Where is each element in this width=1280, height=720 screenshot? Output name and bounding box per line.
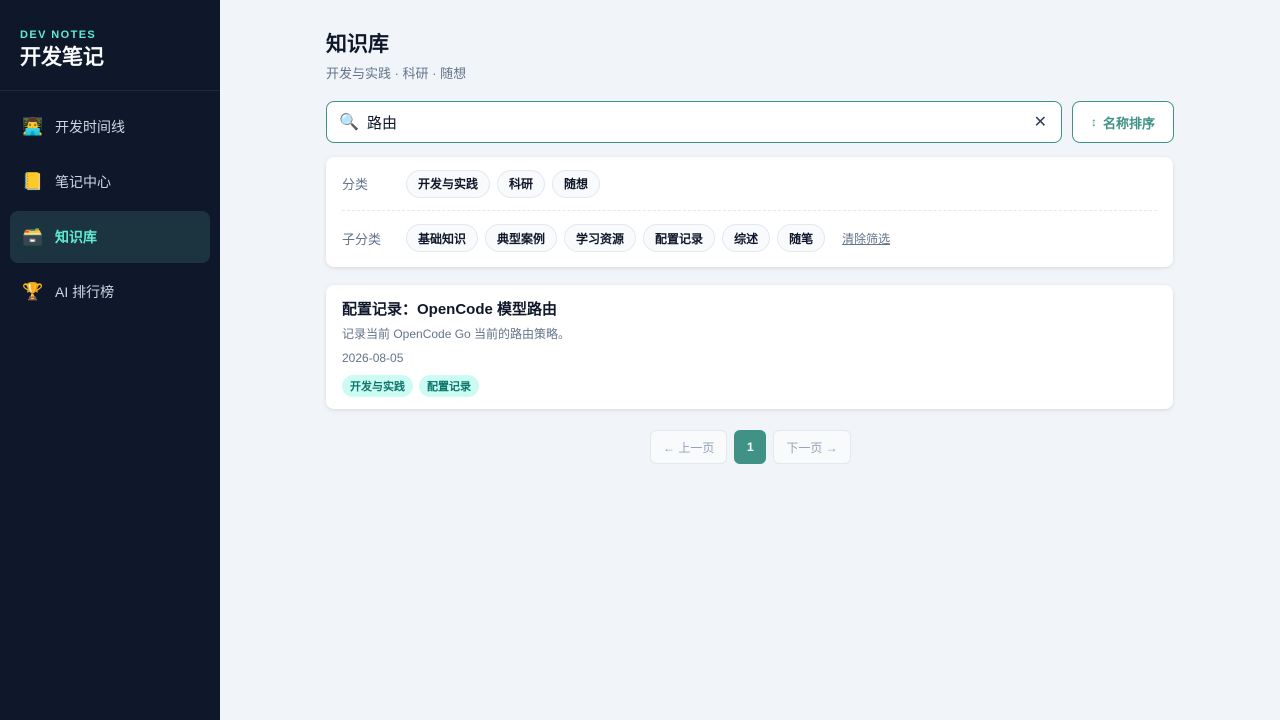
subcategory-label: 子分类 bbox=[342, 231, 382, 247]
trophy-icon: 🏆 bbox=[22, 282, 44, 301]
tag-badge: 配置记录 bbox=[419, 375, 479, 397]
sidebar-item-notes[interactable]: 📒 笔记中心 bbox=[10, 156, 210, 208]
sidebar-item-ai-leaderboard[interactable]: 🏆 AI 排行榜 bbox=[10, 266, 210, 318]
category-chip[interactable]: 随想 bbox=[552, 169, 601, 198]
sort-label: 名称排序 bbox=[1102, 115, 1155, 131]
subcategory-chip[interactable]: 随笔 bbox=[777, 224, 826, 252]
sidebar-nav: 👨‍💻 开发时间线 📒 笔记中心 🗃️ 知识库 🏆 AI 排行榜 bbox=[0, 91, 220, 318]
sidebar-item-label: 知识库 bbox=[55, 229, 97, 245]
page-number-button[interactable]: 1 bbox=[734, 430, 767, 464]
tag-badge: 开发与实践 bbox=[342, 375, 413, 397]
category-filter-row: 分类 开发与实践 科研 随想 bbox=[342, 157, 1157, 211]
subcategory-chip[interactable]: 学习资源 bbox=[564, 224, 637, 252]
sidebar-item-label: 笔记中心 bbox=[55, 174, 111, 190]
sort-icon: ↕ bbox=[1090, 115, 1097, 129]
subcategory-filter-row: 子分类 基础知识 典型案例 学习资源 配置记录 综述 随笔 清除筛选 bbox=[342, 211, 1157, 265]
category-chip[interactable]: 开发与实践 bbox=[406, 169, 491, 198]
category-label: 分类 bbox=[342, 177, 369, 192]
card-box-icon: 🗃️ bbox=[22, 227, 44, 246]
page-subtitle: 开发与实践 · 科研 · 随想 bbox=[326, 66, 467, 81]
developer-icon: 👨‍💻 bbox=[22, 117, 44, 136]
search-box: 🔍 ✕ bbox=[326, 101, 1062, 143]
page-title: 知识库 bbox=[326, 33, 389, 56]
brand-tag: DEV NOTES bbox=[20, 29, 97, 41]
brand: DEV NOTES 开发笔记 bbox=[0, 0, 220, 91]
result-title[interactable]: 配置记录：OpenCode 模型路由 bbox=[342, 300, 1157, 320]
clear-filters-link[interactable]: 清除筛选 bbox=[842, 230, 890, 247]
next-page-button[interactable]: 下一页 → bbox=[773, 430, 851, 464]
category-chip[interactable]: 科研 bbox=[497, 169, 546, 198]
result-date: 2026-08-05 bbox=[342, 351, 404, 365]
sidebar-item-label: 开发时间线 bbox=[55, 119, 125, 135]
notebook-icon: 📒 bbox=[22, 172, 44, 191]
sidebar-item-knowledge-base[interactable]: 🗃️ 知识库 bbox=[10, 211, 210, 263]
sidebar-item-label: AI 排行榜 bbox=[55, 284, 115, 300]
sidebar: DEV NOTES 开发笔记 👨‍💻 开发时间线 📒 笔记中心 🗃️ 知识库 🏆… bbox=[0, 0, 220, 720]
subcategory-chip[interactable]: 综述 bbox=[722, 224, 771, 252]
search-input[interactable] bbox=[365, 113, 1034, 131]
close-icon[interactable]: ✕ bbox=[1034, 112, 1047, 132]
sort-button[interactable]: ↕ 名称排序 bbox=[1072, 101, 1174, 143]
prev-page-button[interactable]: ← 上一页 bbox=[650, 430, 728, 464]
result-tags: 开发与实践 配置记录 bbox=[342, 375, 1157, 397]
search-icon: 🔍 bbox=[339, 114, 359, 131]
brand-title: 开发笔记 bbox=[20, 46, 104, 69]
sidebar-item-timeline[interactable]: 👨‍💻 开发时间线 bbox=[10, 101, 210, 153]
subcategory-chip[interactable]: 基础知识 bbox=[406, 224, 479, 252]
pagination: ← 上一页 1 下一页 → bbox=[650, 430, 851, 464]
subcategory-chip[interactable]: 配置记录 bbox=[643, 224, 716, 252]
filter-panel: 分类 开发与实践 科研 随想 子分类 基础知识 典型案例 学习资源 配置记录 综… bbox=[326, 157, 1173, 267]
result-card[interactable]: 配置记录：OpenCode 模型路由 记录当前 OpenCode Go 当前的路… bbox=[326, 285, 1173, 409]
subcategory-chip[interactable]: 典型案例 bbox=[485, 224, 558, 252]
result-description: 记录当前 OpenCode Go 当前的路由策略。 bbox=[342, 327, 571, 341]
